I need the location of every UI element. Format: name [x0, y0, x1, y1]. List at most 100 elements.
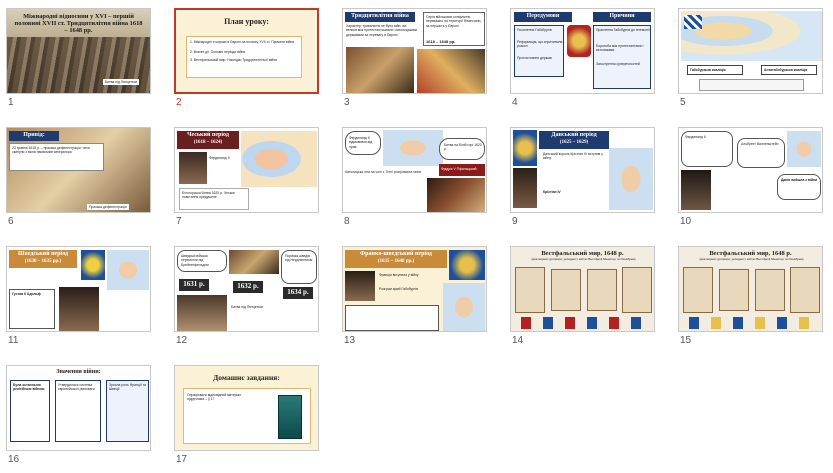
slide-3-years: 1618 – 1648 рр. — [426, 39, 456, 44]
slide-4-left-item-2: Реформація, що спричинила розкол — [517, 40, 563, 49]
slide-10-frame[interactable]: Фердинанд II Альбрехт Валленштейн Данія … — [678, 127, 823, 213]
slide-10-thumbnail[interactable]: Фердинанд II Альбрехт Валленштейн Данія … — [678, 127, 823, 227]
slide-7-bottom-box: Білогорська битва 1620 р. Чеське повстан… — [179, 188, 249, 210]
slide-3-desc: Характер: тривалістю не було війн, які в… — [346, 24, 418, 37]
slide-16-col-3-text: Зросла роль Франції та Швеції — [109, 383, 146, 392]
slide-10-note-2-text: Альбрехт Валленштейн — [741, 142, 779, 146]
slide-9-number: 9 — [512, 216, 518, 227]
slide-12-thumbnail[interactable]: Шведські війська перемогли під Брейтенфе… — [174, 246, 319, 346]
slide-14-thumbnail[interactable]: Вестфальський мир, 1648 р. (два мирних д… — [510, 246, 655, 346]
slide-16-thumbnail[interactable]: Значення війни: Була останньою релігійно… — [6, 365, 151, 465]
slide-1-thumbnail[interactable]: Міжнародні відносини у XVI – першій поло… — [6, 8, 151, 108]
slide-6-thumbnail[interactable]: Привід: 23 травня 1618 р. – празька дефе… — [6, 127, 151, 227]
slide-8-note-3: Фрідріх V Пфальцький — [439, 164, 485, 176]
slide-10-number: 10 — [680, 216, 692, 227]
slide-8-bottom: Католицька ліга на чолі з Тіллі розгроми… — [345, 170, 421, 174]
slide-5-number: 5 — [680, 97, 686, 108]
slide-12-number: 12 — [176, 335, 188, 346]
slide-16-frame[interactable]: Значення війни: Була останньою релігійно… — [6, 365, 151, 451]
slide-17-item: Опрацювати відповідний матеріал підручни… — [187, 393, 242, 402]
slide-13-map-image — [443, 283, 485, 331]
slide-4-thumbnail[interactable]: Передумови Причини Посилення Габсбургів … — [510, 8, 655, 108]
slide-11-frame[interactable]: Шведський період (1630 – 1635 рр.) Густа… — [6, 246, 151, 332]
slide-7-title: Чеський період — [187, 132, 229, 138]
slide-12-note-2-text: Поразка шведів під Нердлінгеном — [285, 254, 313, 263]
slide-9-thumbnail[interactable]: Данський період (1625 – 1629) Данський к… — [510, 127, 655, 227]
anti-habsburg-coalition-label: Антигабсбурзька коаліція — [764, 68, 808, 72]
slide-5-label-left: Габсбурзька коаліція — [687, 65, 743, 75]
slide-6-text-box: 23 травня 1618 р. – празька дефенестраці… — [9, 143, 104, 171]
slide-4-right-title: Причини — [609, 13, 635, 19]
flag-icon — [684, 15, 702, 29]
slide-4-frame[interactable]: Передумови Причини Посилення Габсбургів … — [510, 8, 655, 94]
portrait-image — [179, 152, 207, 184]
slide-8-image — [427, 178, 485, 212]
slide-5-frame[interactable]: Габсбурзька коаліція Антигабсбурзька коа… — [678, 8, 823, 94]
slide-8-frame[interactable]: Фердинанд II відмовився від прав Битва н… — [342, 127, 487, 213]
slide-3-info-box: Серія військових конфліктів, переважно н… — [423, 12, 485, 46]
slide-12-note-1: Шведські війська перемогли під Брейтенфе… — [177, 250, 227, 272]
slide-9-title: Данський період — [551, 132, 597, 138]
slide-10-note-2: Альбрехт Валленштейн — [737, 138, 785, 168]
slide-11-years: (1630 – 1635 рр.) — [24, 259, 62, 264]
europe-map-image — [681, 11, 822, 61]
slide-13-thumbnail[interactable]: Франко-шведський період (1635 – 1648 рр.… — [342, 246, 487, 346]
slide-3-title-bar: Тридцятилітня війна — [345, 12, 415, 22]
slide-10-note-1-text: Фердинанд II — [685, 135, 706, 139]
year-1631: 1631 р. — [183, 280, 205, 288]
slide-8-note-2: Битва на Білій горі 1620 р. — [439, 138, 485, 160]
slide-13-frame[interactable]: Франко-шведський період (1635 – 1648 рр.… — [342, 246, 487, 332]
slide-17-frame[interactable]: Домашнє завдання: Опрацювати відповідний… — [174, 365, 319, 451]
slide-1-caption: Битва під Лютценом — [103, 79, 139, 86]
slide-15-thumbnail[interactable]: Вестфальський мир, 1648 р. (два мирних д… — [678, 246, 823, 346]
slide-2-title: План уроку: — [224, 17, 269, 26]
slide-9-years: (1625 – 1629) — [559, 140, 589, 145]
slide-12-frame[interactable]: Шведські війська перемогли під Брейтенфе… — [174, 246, 319, 332]
slide-13-note-2: Розгром армії Габсбургів — [379, 287, 418, 291]
slide-9-map-image — [609, 148, 653, 210]
slide-13-bottom-box — [345, 305, 439, 331]
slide-15-frame[interactable]: Вестфальський мир, 1648 р. (два мирних д… — [678, 246, 823, 332]
slide-12-note-3: Битва під Лютценом — [231, 305, 263, 309]
slide-8-note-3-text: Фрідріх V Пфальцький — [441, 167, 477, 171]
year-1634: 1634 р. — [287, 288, 309, 296]
slide-13-title: Франко-шведський період — [360, 251, 432, 257]
slide-14-frame[interactable]: Вестфальський мир, 1648 р. (два мирних д… — [510, 246, 655, 332]
year-badge-1634: 1634 р. — [283, 287, 313, 299]
slide-6-frame[interactable]: Привід: 23 травня 1618 р. – празька дефе… — [6, 127, 151, 213]
slide-6-title: Привід: — [23, 132, 45, 138]
slide-3-thumbnail[interactable]: Тридцятилітня війна Характер: тривалістю… — [342, 8, 487, 108]
slide-17-title: Домашнє завдання: — [213, 373, 280, 382]
slide-4-left-list: Посилення Габсбургів Реформація, що спри… — [514, 25, 564, 77]
slide-7-thumbnail[interactable]: Чеський період (1618 – 1624) Фердинанд I… — [174, 127, 319, 227]
slide-2-frame[interactable]: План уроку: 1. Міжнародні стосунки в Євр… — [174, 8, 319, 94]
slide-3-frame[interactable]: Тридцятилітня війна Характер: тривалістю… — [342, 8, 487, 94]
slide-11-note: Густав II Адольф — [12, 292, 41, 296]
slide-14-number: 14 — [512, 335, 524, 346]
slide-9-frame[interactable]: Данський період (1625 – 1629) Данський к… — [510, 127, 655, 213]
slide-9-title-bar: Данський період (1625 – 1629) — [539, 131, 609, 149]
slide-7-frame[interactable]: Чеський період (1618 – 1624) Фердинанд I… — [174, 127, 319, 213]
slide-4-left-title: Передумови — [526, 13, 560, 19]
slide-3-number: 3 — [344, 97, 350, 108]
treaty-scroll-2 — [551, 269, 581, 311]
slide-13-number: 13 — [344, 335, 356, 346]
slide-11-thumbnail[interactable]: Шведський період (1630 – 1635 рр.) Густа… — [6, 246, 151, 346]
slide-4-right-item-1: Прагнення Габсбургів до гегемонії — [596, 28, 650, 32]
slide-10-note-1: Фердинанд II — [681, 131, 733, 167]
treaty-scroll-3 — [587, 269, 617, 311]
slide-8-thumbnail[interactable]: Фердинанд II відмовився від прав Битва н… — [342, 127, 487, 227]
slide-5-thumbnail[interactable]: Габсбурзька коаліція Антигабсбурзька коа… — [678, 8, 823, 108]
slide-2-thumbnail[interactable]: План уроку: 1. Міжнародні стосунки в Євр… — [174, 8, 319, 108]
slide-1-frame[interactable]: Міжнародні відносини у XVI – першій поло… — [6, 8, 151, 94]
slide-6-number: 6 — [8, 216, 14, 227]
slide-4-right-list: Прагнення Габсбургів до гегемонії Бороть… — [593, 25, 651, 89]
slide-4-right-header: Причини — [593, 12, 651, 22]
slide-13-note-1: Франція вступила у війну — [379, 273, 419, 277]
slide-12-note-2: Поразка шведів під Нердлінгеном — [281, 250, 317, 284]
slide-11-number: 11 — [8, 335, 19, 346]
slide-17-thumbnail[interactable]: Домашнє завдання: Опрацювати відповідний… — [174, 365, 319, 465]
slide-2-number: 2 — [176, 97, 182, 108]
slide-3-image-left — [346, 47, 414, 93]
slide-16-title: Значення війни: — [56, 369, 101, 375]
